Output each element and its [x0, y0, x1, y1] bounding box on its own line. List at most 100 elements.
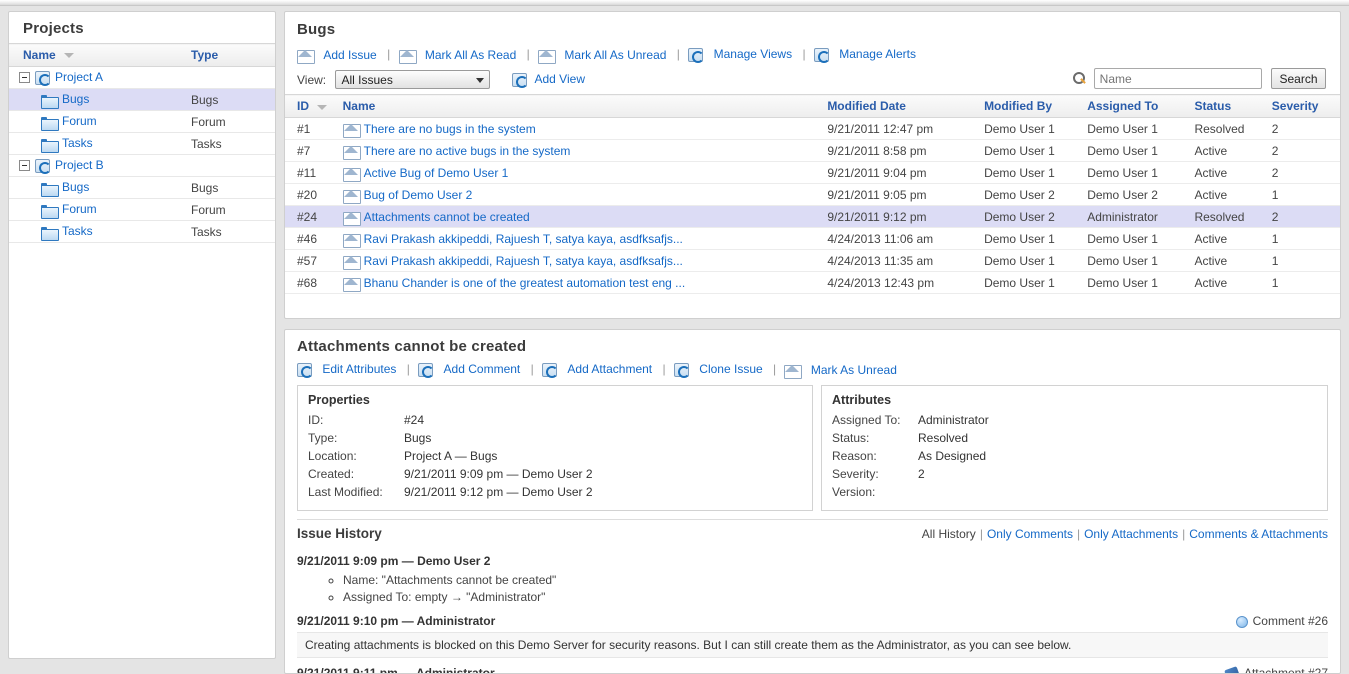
toolbar-add-issue[interactable]: Add Issue: [297, 48, 379, 64]
issue-cell-id: #1: [285, 117, 339, 141]
add-issue-link[interactable]: Add Issue: [323, 48, 376, 62]
property-key: Severity:: [832, 467, 879, 482]
clone-issue-link[interactable]: Clone Issue: [699, 362, 762, 376]
projects-column-type[interactable]: Type: [185, 43, 275, 67]
issues-column-severity[interactable]: Severity: [1267, 94, 1340, 119]
view-select[interactable]: All Issues: [335, 70, 491, 90]
toolbar-mark-all-read[interactable]: Mark All As Read: [398, 48, 519, 64]
toolbar-clone-issue[interactable]: Clone Issue: [673, 362, 765, 379]
toolbar-edit-attributes[interactable]: Edit Attributes: [297, 362, 398, 379]
project-tree-row[interactable]: Forum Forum: [9, 198, 275, 221]
issue-name-link[interactable]: Bug of Demo User 2: [364, 188, 473, 202]
collapse-expander-icon[interactable]: [19, 160, 30, 172]
add-attachment-link[interactable]: Add Attachment: [567, 362, 652, 376]
issue-name-link[interactable]: Active Bug of Demo User 1: [364, 166, 509, 180]
issue-cell-assigned-to: Demo User 1: [1083, 117, 1191, 141]
add-view-button[interactable]: Add View: [511, 72, 585, 89]
toolbar-add-comment[interactable]: Add Comment: [418, 362, 522, 379]
toolbar-add-attachment[interactable]: Add Attachment: [542, 362, 654, 379]
issue-name-link[interactable]: Attachments cannot be created: [364, 210, 530, 224]
edit-attributes-link[interactable]: Edit Attributes: [322, 362, 396, 376]
issues-column-status[interactable]: Status: [1190, 94, 1268, 119]
issues-column-modified-by[interactable]: Modified By: [980, 94, 1084, 119]
history-entry-timestamp: 9/21/2011 9:09 pm — Demo User 2: [297, 554, 491, 569]
issues-column-assigned-to[interactable]: Assigned To: [1083, 94, 1191, 119]
table-row[interactable]: #1 There are no bugs in the system 9/21/20…: [285, 117, 1340, 141]
toolbar-mark-as-unread[interactable]: Mark As Unread: [784, 363, 898, 379]
project-tree-row[interactable]: Bugs Bugs: [9, 88, 275, 111]
table-row[interactable]: #57 Ravi Prakash akkipeddi, Rajuesh T, sa…: [285, 249, 1340, 273]
project-tree-row[interactable]: Tasks Tasks: [9, 132, 275, 155]
property-row: Reason: As Designed: [832, 447, 1317, 465]
search-input[interactable]: [1093, 68, 1262, 90]
edit-pencil-icon: [297, 363, 313, 379]
property-value: 9/21/2011 9:12 pm — Demo User 2: [404, 485, 593, 500]
add-comment-link[interactable]: Add Comment: [444, 362, 521, 376]
search-icon[interactable]: [1071, 71, 1087, 87]
issue-name-link[interactable]: There are no bugs in the system: [364, 122, 536, 136]
issue-cell-id: #24: [285, 205, 339, 229]
issues-column-id[interactable]: ID: [285, 94, 339, 119]
mark-as-unread-link[interactable]: Mark As Unread: [811, 363, 897, 377]
project-tree-row[interactable]: Tasks Tasks: [9, 220, 275, 243]
toolbar-mark-all-unread[interactable]: Mark All As Unread: [538, 48, 668, 64]
issue-cell-modified-date: 9/21/2011 9:04 pm: [823, 161, 981, 185]
history-filter-comments-attachments[interactable]: Comments & Attachments: [1189, 527, 1328, 541]
project-tree-link[interactable]: Project A: [55, 70, 103, 84]
issues-column-modified-date[interactable]: Modified Date: [823, 94, 981, 119]
view-select-value: All Issues: [341, 73, 393, 88]
chevron-down-icon: [476, 78, 485, 84]
search-button[interactable]: Search: [1271, 68, 1326, 90]
table-row[interactable]: #24 Attachments cannot be created 9/21/201…: [285, 205, 1340, 229]
issue-name-link[interactable]: Bhanu Chander is one of the greatest aut…: [364, 276, 686, 290]
attributes-box: Attributes Assigned To: Administrator Stat…: [821, 385, 1328, 512]
add-view-link[interactable]: Add View: [535, 72, 585, 86]
project-tree-type-cell: Tasks: [185, 132, 275, 155]
projects-column-name[interactable]: Name: [9, 43, 185, 67]
toolbar-manage-alerts[interactable]: Manage Alerts: [813, 47, 918, 64]
mark-all-as-read-link[interactable]: Mark All As Read: [425, 48, 516, 62]
issue-cell-modified-date: 4/24/2013 12:43 pm: [823, 271, 981, 295]
table-row[interactable]: #11 Active Bug of Demo User 1 9/21/2011 9:…: [285, 161, 1340, 185]
issue-cell-status: Active: [1190, 249, 1268, 273]
issues-column-name[interactable]: Name: [338, 94, 824, 119]
projects-panel: Projects Name Type Project A Bugs Bugs Foru…: [8, 11, 276, 659]
table-row[interactable]: #20 Bug of Demo User 2 9/21/2011 9:05 pm De…: [285, 183, 1340, 207]
collapse-expander-icon[interactable]: [19, 72, 30, 84]
manage-views-link[interactable]: Manage Views: [714, 47, 793, 61]
project-tree-link[interactable]: Bugs: [62, 180, 89, 194]
project-tree-link[interactable]: Forum: [62, 202, 97, 216]
table-row[interactable]: #7 There are no active bugs in the system…: [285, 139, 1340, 163]
history-filter-only-attachments[interactable]: Only Attachments: [1084, 527, 1178, 541]
issue-cell-severity: 1: [1267, 271, 1340, 295]
history-filter-only-comments[interactable]: Only Comments: [987, 527, 1073, 541]
project-tree-row[interactable]: Project B: [9, 154, 275, 177]
property-key: Created:: [308, 467, 355, 482]
comment-bubble-icon: [1235, 616, 1248, 629]
issue-cell-status: Active: [1190, 139, 1268, 163]
mark-all-as-unread-link[interactable]: Mark All As Unread: [564, 48, 666, 62]
manage-alerts-link[interactable]: Manage Alerts: [839, 47, 916, 61]
issue-name-link[interactable]: Ravi Prakash akkipeddi, Rajuesh T, satya…: [364, 232, 683, 246]
toolbar-separator: |: [676, 47, 680, 61]
envelope-icon: [342, 167, 361, 182]
project-tree-link[interactable]: Forum: [62, 114, 97, 128]
project-tree-row[interactable]: Forum Forum: [9, 110, 275, 133]
issue-history-header: Issue History All History | Only Comments |…: [297, 526, 1328, 546]
issue-name-link[interactable]: There are no active bugs in the system: [364, 144, 571, 158]
project-tree-link[interactable]: Bugs: [62, 92, 89, 106]
table-row[interactable]: #68 Bhanu Chander is one of the greatest …: [285, 271, 1340, 295]
project-tree-link[interactable]: Tasks: [62, 224, 93, 238]
table-row[interactable]: #46 Ravi Prakash akkipeddi, Rajuesh T, sa…: [285, 227, 1340, 251]
issue-cell-modified-by: Demo User 1: [980, 227, 1084, 251]
toolbar-separator: |: [526, 47, 530, 61]
project-tree-link[interactable]: Project B: [55, 158, 104, 172]
project-tree-link[interactable]: Tasks: [62, 136, 93, 150]
envelope-icon: [342, 123, 361, 138]
issue-cell-status: Active: [1190, 271, 1268, 295]
project-tree-row[interactable]: Bugs Bugs: [9, 176, 275, 199]
issue-cell-status: Active: [1190, 161, 1268, 185]
toolbar-manage-views[interactable]: Manage Views: [688, 47, 794, 64]
project-tree-row[interactable]: Project A: [9, 66, 275, 89]
issue-name-link[interactable]: Ravi Prakash akkipeddi, Rajuesh T, satya…: [364, 254, 683, 268]
